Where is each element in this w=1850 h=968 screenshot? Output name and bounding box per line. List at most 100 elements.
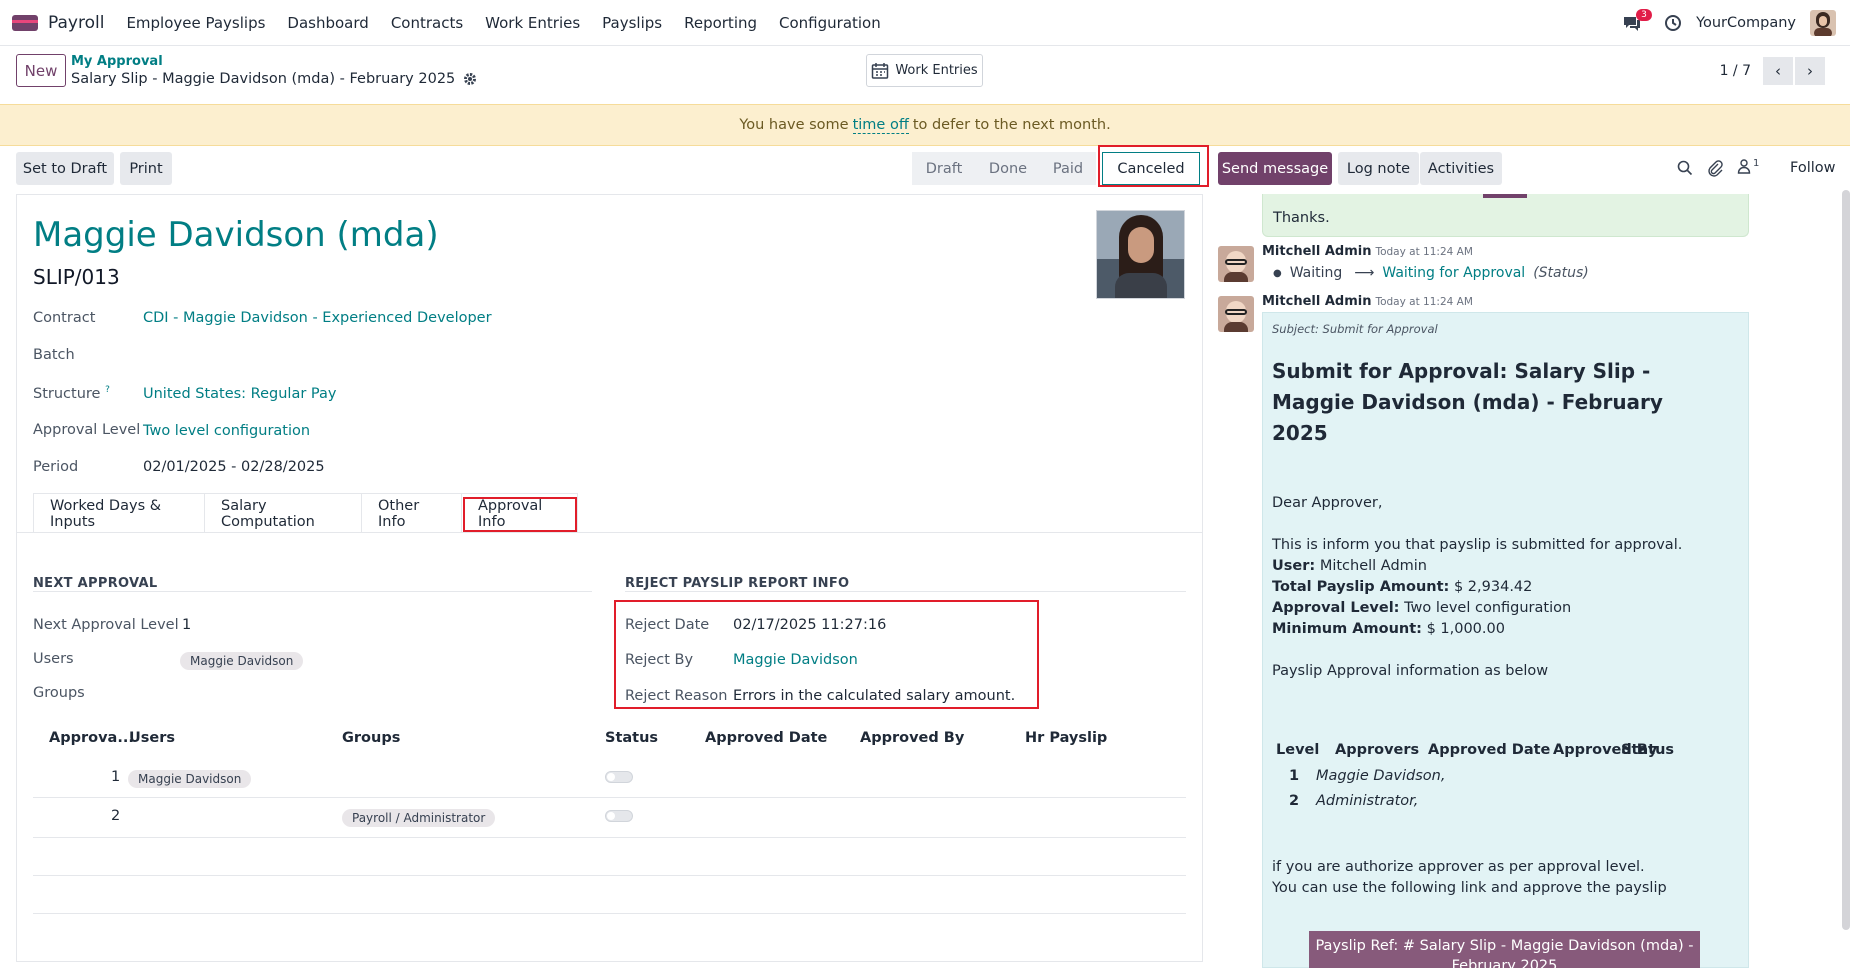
work-entries-smart-button[interactable]: Work Entries [866,54,983,87]
col-approved-date[interactable]: Approved Date [705,730,827,746]
menu-contracts[interactable]: Contracts [391,14,463,32]
author-avatar[interactable] [1218,246,1254,282]
company-switcher[interactable]: YourCompany [1696,15,1796,31]
tab-other-info[interactable]: Other Info [361,493,462,533]
mail-row-approvers: Administrator, [1316,793,1419,809]
row-status-toggle[interactable] [605,771,633,783]
menu-reporting[interactable]: Reporting [684,14,757,32]
col-groups[interactable]: Groups [342,730,400,746]
author-avatar[interactable] [1218,296,1254,332]
chatter-scrollbar[interactable] [1842,190,1850,930]
followers-button[interactable]: 1 [1737,158,1759,174]
breadcrumb-parent[interactable]: My Approval [71,54,163,69]
app-name: Payroll [48,12,105,33]
payslip-ref-button[interactable]: Payslip Ref: # Salary Slip - Maggie Davi… [1309,931,1700,968]
bullet-icon: ● [1273,267,1282,279]
menu-work-entries[interactable]: Work Entries [485,14,580,32]
pager-value[interactable]: 1 / 7 [1720,63,1751,79]
row-user-tag-label: Maggie Davidson [128,770,252,788]
period-field[interactable]: 02/01/2025 - 02/28/2025 [143,459,325,475]
col-approval-level[interactable]: Approva... [49,730,134,746]
set-to-draft-button[interactable]: Set to Draft [16,152,114,185]
mail-col-approvers: Approvers [1335,742,1420,758]
reject-info-heading: REJECT PAYSLIP REPORT INFO [625,576,850,591]
thanks-text: Thanks. [1273,210,1330,226]
paperclip-icon[interactable] [1707,159,1723,177]
search-icon[interactable] [1677,160,1693,176]
message-min-value: $ 1,000.00 [1426,621,1505,637]
pager-previous-button[interactable]: ‹ [1763,57,1793,85]
mail-row-level: 2 [1289,793,1300,809]
message-total-line: Total Payslip Amount: $ 2,934.42 [1272,579,1532,595]
mail-row-approvers: Maggie Davidson, [1316,768,1446,784]
period-label: Period [33,459,79,475]
users-tag[interactable]: Maggie Davidson [180,651,304,670]
message-user-line: User: Mitchell Admin [1272,558,1427,574]
message-time: Today at 11:24 AM [1375,296,1473,308]
row-level: 2 [111,808,121,824]
row-divider [33,837,1186,838]
message-outro-1: if you are authorize approver as per app… [1272,859,1645,875]
banner-time-off-link[interactable]: time off [852,117,909,134]
message-outro-2: You can use the following link and appro… [1272,880,1667,896]
row-divider [33,913,1186,914]
row-user-tag[interactable]: Maggie Davidson [128,769,252,788]
reject-info-divider [625,591,1186,592]
messages-badge: 3 [1636,9,1652,21]
stage-paid[interactable]: Paid [1040,152,1096,185]
row-status-toggle[interactable] [605,810,633,822]
log-note-button[interactable]: Log note [1338,152,1419,185]
work-entries-label: Work Entries [895,63,978,78]
activity-clock-icon[interactable] [1664,14,1682,32]
message-total-label: Total Payslip Amount: [1272,579,1450,595]
next-level-value: 1 [182,617,192,633]
menu-payslips[interactable]: Payslips [602,14,662,32]
approval-level-label: Approval Level [33,422,141,438]
structure-help-icon[interactable]: ? [105,385,110,395]
menu-employee-payslips[interactable]: Employee Payslips [126,14,265,32]
message-user-value: Mitchell Admin [1319,558,1427,574]
message-intro: This is inform you that payslip is submi… [1272,537,1683,553]
employee-photo[interactable] [1096,210,1185,299]
next-approval-heading: NEXT APPROVAL [33,576,158,591]
col-users[interactable]: Users [129,730,175,746]
next-level-label: Next Approval Level [33,617,179,633]
contract-field[interactable]: CDI - Maggie Davidson - Experienced Deve… [143,310,492,326]
col-status[interactable]: Status [605,730,658,746]
pager-next-button[interactable]: › [1795,57,1825,85]
message-author[interactable]: Mitchell Admin Today at 11:24 AM [1262,294,1473,309]
message-author-name: Mitchell Admin [1262,294,1372,309]
user-icon [1737,159,1751,174]
structure-field[interactable]: United States: Regular Pay [143,386,336,402]
col-hr-payslip[interactable]: Hr Payslip [1025,730,1107,746]
gear-icon[interactable] [463,72,477,86]
messages-systray[interactable]: 3 [1622,9,1652,35]
message-title: Submit for Approval: Salary Slip - Maggi… [1272,359,1663,445]
tab-salary-computation[interactable]: Salary Computation [204,493,362,533]
tab-worked-days-inputs[interactable]: Worked Days & Inputs [33,493,205,533]
stage-draft[interactable]: Draft [912,152,976,185]
print-button[interactable]: Print [120,152,172,185]
stage-done[interactable]: Done [976,152,1040,185]
follow-button[interactable]: Follow [1790,160,1835,176]
message-min-label: Minimum Amount: [1272,621,1422,637]
payslip-reference: SLIP/013 [33,265,120,289]
menu-dashboard[interactable]: Dashboard [287,14,368,32]
breadcrumb-current-label: Salary Slip - Maggie Davidson (mda) - Fe… [71,71,456,87]
tracking-value: ● Waiting ⟶ Waiting for Approval (Status… [1273,265,1589,281]
message-info: Payslip Approval information as below [1272,663,1549,679]
app-brand[interactable]: Payroll [12,13,104,33]
arrow-right-icon: ⟶ [1354,265,1375,281]
menu-configuration[interactable]: Configuration [779,14,881,32]
activities-button[interactable]: Activities [1420,152,1502,185]
row-group-tag-label: Payroll / Administrator [342,809,496,827]
col-approved-by[interactable]: Approved By [860,730,964,746]
approval-level-field[interactable]: Two level configuration [143,423,310,439]
send-message-button[interactable]: Send message [1218,152,1332,185]
row-group-tag[interactable]: Payroll / Administrator [342,808,496,827]
message-author[interactable]: Mitchell Admin Today at 11:24 AM [1262,244,1473,259]
structure-label: Structure ? [33,385,110,402]
user-avatar[interactable] [1810,10,1836,36]
new-button[interactable]: New [16,54,66,87]
message-total-value: $ 2,934.42 [1453,579,1533,595]
